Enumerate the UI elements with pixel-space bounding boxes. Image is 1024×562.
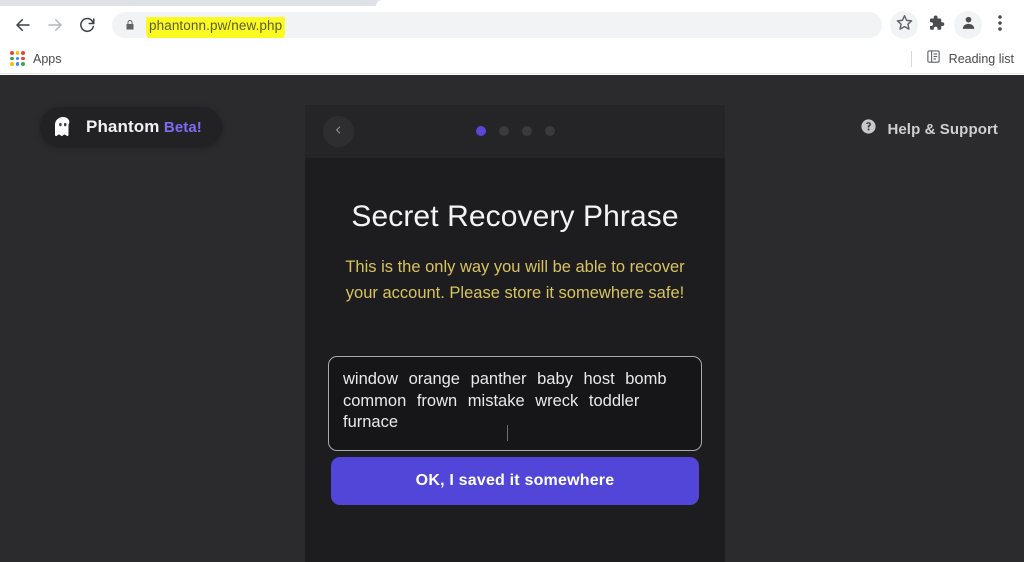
brand-name-text: Phantom (86, 117, 160, 136)
bookmark-star-icon (896, 14, 913, 36)
tab-strip (0, 0, 1024, 6)
bookmarks-bar: Apps Reading list (0, 44, 1024, 74)
reading-list-icon (926, 49, 941, 69)
help-and-support-label: Help & Support (887, 120, 998, 138)
brand-beta-text: Beta! (163, 119, 202, 136)
page-title: Secret Recovery Phrase (351, 200, 679, 233)
bookmark-star-button[interactable] (890, 11, 918, 39)
modal-header (305, 105, 725, 158)
ghost-icon (50, 114, 76, 140)
confirm-saved-button[interactable]: OK, I saved it somewhere (331, 457, 699, 505)
more-menu-button[interactable] (986, 11, 1014, 39)
pagination-dot-1[interactable] (475, 126, 486, 136)
seed-phrase-words: window orange panther baby host bomb com… (343, 370, 667, 431)
onboarding-modal: Secret Recovery Phrase This is the only … (305, 105, 725, 562)
active-tab[interactable] (376, 0, 1024, 6)
apps-grid-icon (10, 51, 25, 66)
bookmark-apps[interactable]: Apps (10, 51, 62, 66)
reading-list-label: Reading list (948, 52, 1014, 66)
page-content: Phantom Beta! Help & Support Secret Reco… (0, 75, 1024, 562)
help-and-support-link[interactable]: Help & Support (860, 118, 998, 140)
pagination-dot-4[interactable] (544, 126, 555, 136)
question-circle-icon (860, 118, 877, 140)
arrow-right-icon (46, 16, 64, 34)
profile-avatar-icon (960, 14, 977, 36)
bookmark-apps-label: Apps (33, 51, 62, 66)
profile-button[interactable] (954, 11, 982, 39)
url-text[interactable]: phantonn.pw/new.php (146, 17, 286, 35)
reading-list-button[interactable]: Reading list (910, 44, 1014, 74)
browser-window: phantonn.pw/new.php Apps Reading list Ph… (0, 0, 1024, 562)
extensions-puzzle-icon (927, 14, 945, 37)
pagination-dot-3[interactable] (521, 126, 532, 136)
warning-text: This is the only way you will be able to… (345, 258, 685, 302)
back-button[interactable] (8, 10, 38, 40)
address-bar[interactable]: phantonn.pw/new.php (112, 12, 882, 38)
forward-button[interactable] (40, 10, 70, 40)
toolbar-icon-group (890, 11, 1016, 39)
brand-name: Phantom Beta! (86, 117, 202, 137)
pagination-dots (305, 126, 725, 136)
seed-phrase-box[interactable]: window orange panther baby host bomb com… (328, 356, 702, 451)
phantom-brand-badge[interactable]: Phantom Beta! (40, 107, 222, 147)
more-menu-icon (998, 14, 1002, 36)
pagination-dot-2[interactable] (498, 126, 509, 136)
browser-toolbar: phantonn.pw/new.php (0, 6, 1024, 44)
text-caret (507, 425, 508, 441)
reload-button[interactable] (72, 10, 102, 40)
extensions-button[interactable] (922, 11, 950, 39)
arrow-left-icon (14, 16, 32, 34)
toolbar-divider (910, 51, 912, 67)
lock-icon (124, 18, 136, 32)
reload-icon (78, 16, 96, 34)
